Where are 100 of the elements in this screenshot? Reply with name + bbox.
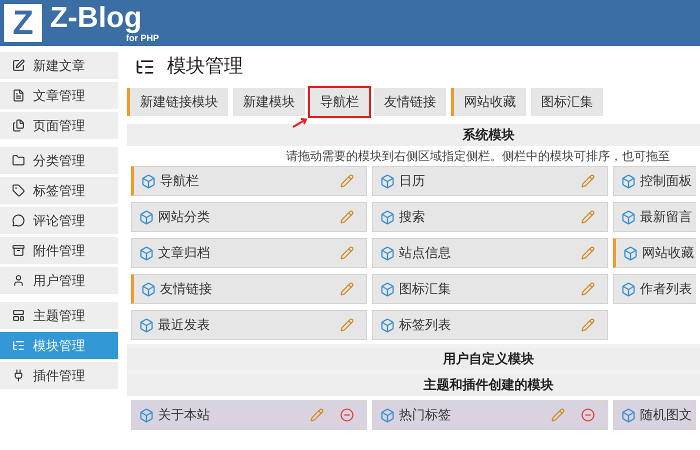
module-item[interactable]: 网站收藏 <box>613 238 696 268</box>
logo-text: Z-Blog <box>50 3 143 33</box>
sidebar-item[interactable]: 新建文章 <box>0 52 118 79</box>
speech-bubble-icon <box>12 214 25 227</box>
cabinet-icon <box>12 244 25 257</box>
module-item[interactable]: 站点信息 <box>372 238 608 268</box>
module-label: 关于本站 <box>158 406 210 424</box>
cube-icon <box>621 282 636 296</box>
cube-icon <box>139 408 154 422</box>
cube-icon <box>139 210 154 224</box>
cube-icon <box>380 282 395 296</box>
module-label: 导航栏 <box>160 172 199 190</box>
module-label: 图标汇集 <box>399 280 451 298</box>
annotation-arrow-icon <box>292 118 308 128</box>
edit-icon[interactable] <box>581 174 595 188</box>
cube-icon <box>139 318 154 332</box>
sidebar-item[interactable]: 标签管理 <box>0 177 118 204</box>
tab[interactable]: 友情链接 <box>374 88 446 116</box>
edit-icon[interactable] <box>340 210 354 224</box>
cube-icon <box>380 174 395 188</box>
cube-icon <box>621 210 636 224</box>
module-label: 文章归档 <box>158 244 210 262</box>
module-item[interactable]: 控制面板 <box>613 166 696 196</box>
edit-icon[interactable] <box>581 282 595 296</box>
module-item[interactable]: 搜索 <box>372 202 608 232</box>
cube-icon <box>380 318 395 332</box>
module-item[interactable]: 日历 <box>372 166 608 196</box>
module-item[interactable]: 图标汇集 <box>372 274 608 304</box>
cube-icon <box>141 174 156 188</box>
tag-icon <box>12 184 25 197</box>
module-item[interactable]: 网站分类 <box>131 202 367 232</box>
tab[interactable]: 图标汇集 <box>531 88 603 116</box>
hint-text: 请拖动需要的模块到右侧区域指定侧栏。侧栏中的模块可排序，也可拖至 <box>285 148 671 165</box>
edit-icon[interactable] <box>340 282 354 296</box>
section-header: 系统模块 <box>127 124 700 146</box>
sidebar-item[interactable]: 附件管理 <box>0 237 118 264</box>
cube-icon <box>380 210 395 224</box>
tab[interactable]: 新建链接模块 <box>127 88 228 116</box>
edit-icon[interactable] <box>310 408 324 422</box>
module-item[interactable]: 导航栏 <box>131 166 367 196</box>
module-item[interactable]: 最近发表 <box>131 310 367 340</box>
sidebar-item[interactable]: 分类管理 <box>0 147 118 174</box>
delete-icon[interactable] <box>340 408 354 422</box>
tree-icon <box>12 339 25 352</box>
module-label: 作者列表 <box>640 280 692 298</box>
logo-subtitle: for PHP <box>126 33 160 43</box>
module-item[interactable]: 作者列表 <box>613 274 696 304</box>
page-title: 模块管理 <box>167 54 243 79</box>
edit-icon[interactable] <box>581 318 595 332</box>
edit-icon[interactable] <box>581 210 595 224</box>
module-label: 控制面板 <box>640 172 692 190</box>
module-label: 站点信息 <box>399 244 451 262</box>
delete-icon[interactable] <box>581 408 595 422</box>
module-label: 友情链接 <box>160 280 212 298</box>
sidebar-item[interactable]: 用户管理 <box>0 267 118 294</box>
section-header: 用户自定义模块 <box>127 348 700 370</box>
tab[interactable]: 新建模块 <box>233 88 305 116</box>
module-label: 标签列表 <box>399 316 451 334</box>
sidebar-item[interactable]: 评论管理 <box>0 207 118 234</box>
module-label: 随机图文 <box>640 406 692 424</box>
pages-icon <box>12 119 25 132</box>
cube-icon <box>621 174 636 188</box>
folder-icon <box>12 154 25 167</box>
cube-icon <box>380 246 395 260</box>
edit-icon[interactable] <box>340 246 354 260</box>
cube-icon <box>139 246 154 260</box>
tab[interactable]: 导航栏 <box>310 88 369 116</box>
sidebar-item[interactable]: 主题管理 <box>0 302 118 329</box>
module-item[interactable]: 标签列表 <box>372 310 608 340</box>
module-label: 热门标签 <box>399 406 451 424</box>
tab[interactable]: 网站收藏 <box>451 88 526 116</box>
person-icon <box>12 274 25 287</box>
module-label: 网站分类 <box>158 208 210 226</box>
cube-icon <box>380 408 395 422</box>
sidebar-item[interactable]: 文章管理 <box>0 82 118 109</box>
edit-icon[interactable] <box>551 408 565 422</box>
cube-icon <box>141 282 156 296</box>
module-label: 最新留言 <box>640 208 692 226</box>
module-item[interactable]: 友情链接 <box>131 274 367 304</box>
module-label: 日历 <box>399 172 425 190</box>
module-item[interactable]: 关于本站 <box>131 400 367 430</box>
pen-square-icon <box>12 59 25 72</box>
module-label: 搜索 <box>399 208 425 226</box>
module-label: 网站收藏 <box>642 244 694 262</box>
cube-icon <box>623 246 638 260</box>
cube-icon <box>621 408 636 422</box>
section-header: 主题和插件创建的模块 <box>127 374 700 396</box>
sidebar-item[interactable]: 插件管理 <box>0 362 118 389</box>
module-item[interactable]: 随机图文 <box>613 400 696 430</box>
edit-icon[interactable] <box>340 174 354 188</box>
module-item[interactable]: 文章归档 <box>131 238 367 268</box>
module-item[interactable]: 热门标签 <box>372 400 608 430</box>
module-item[interactable]: 最新留言 <box>613 202 696 232</box>
edit-icon[interactable] <box>581 246 595 260</box>
plug-icon <box>12 369 25 382</box>
document-icon <box>12 89 25 102</box>
logo-mark: Z <box>4 4 42 42</box>
sidebar-item[interactable]: 页面管理 <box>0 112 118 139</box>
edit-icon[interactable] <box>340 318 354 332</box>
layout-icon <box>12 309 25 322</box>
